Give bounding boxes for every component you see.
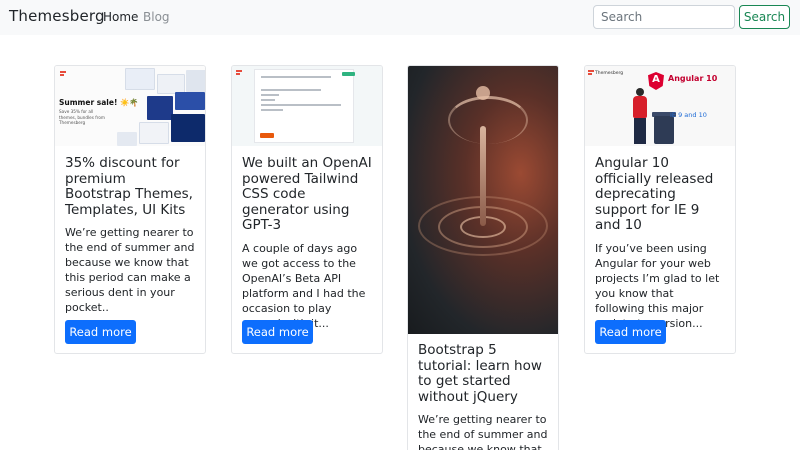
search-input[interactable] xyxy=(593,5,735,29)
template-preview xyxy=(157,74,185,94)
person-icon xyxy=(633,96,647,118)
read-more-button[interactable]: Read more xyxy=(595,320,666,344)
card-title: 35% discount for premium Bootstrap Theme… xyxy=(65,155,193,218)
themesberg-logo-icon xyxy=(60,71,66,79)
image-ie-label: IE 9 and 10 xyxy=(670,111,707,119)
card-title: Bootstrap 5 tutorial: learn how to get s… xyxy=(418,342,542,405)
blog-card: Bootstrap 5 tutorial: learn how to get s… xyxy=(407,65,559,450)
blog-card: We built an OpenAI powered Tailwind CSS … xyxy=(231,65,383,354)
card-image-summer-sale[interactable]: Summer sale! ☀️🌴 Save 35% for all themes… xyxy=(55,66,205,146)
nav-link-blog[interactable]: Blog xyxy=(143,10,170,24)
person-icon xyxy=(636,88,644,96)
card-image-openai-generator[interactable] xyxy=(232,66,382,146)
read-more-button[interactable]: Read more xyxy=(242,320,313,344)
card-text: We’re getting nearer to the end of summe… xyxy=(418,413,548,450)
themesberg-logo-icon xyxy=(236,70,242,78)
template-preview xyxy=(147,96,173,120)
template-preview xyxy=(175,92,205,110)
code-line xyxy=(261,109,283,111)
copy-button-icon xyxy=(260,133,274,138)
search-button[interactable]: Search xyxy=(739,5,790,29)
navbar-brand[interactable]: Themesberg xyxy=(9,7,105,25)
template-preview xyxy=(186,70,205,92)
splash-crown xyxy=(448,96,528,144)
blog-card: Themesberg A Angular 10 IE 9 and 10 Angu… xyxy=(584,65,736,354)
template-preview xyxy=(117,132,137,146)
image-headline: Angular 10 xyxy=(668,74,718,83)
splash-drop xyxy=(476,86,490,100)
template-preview xyxy=(171,114,205,142)
splash-column xyxy=(480,126,486,226)
code-line xyxy=(261,104,341,106)
code-line xyxy=(261,76,331,78)
angular-letter-icon: A xyxy=(652,74,660,85)
read-more-button[interactable]: Read more xyxy=(65,320,136,344)
code-line xyxy=(261,99,275,101)
card-text: If you’ve been using Angular for your we… xyxy=(595,241,720,330)
blog-card: Summer sale! ☀️🌴 Save 35% for all themes… xyxy=(54,65,206,354)
code-line xyxy=(261,94,279,96)
template-preview xyxy=(139,122,169,144)
image-headline: Summer sale! ☀️🌴 xyxy=(59,98,139,107)
themesberg-logo-icon xyxy=(588,70,594,78)
image-caption: Save 35% for all themes, bundles from Th… xyxy=(59,109,105,125)
card-title: Angular 10 officially released deprecati… xyxy=(595,155,714,233)
card-text: We’re getting nearer to the end of summe… xyxy=(65,226,195,314)
code-line xyxy=(261,89,321,91)
template-preview xyxy=(125,68,155,90)
person-icon xyxy=(634,118,646,144)
generate-button-icon xyxy=(342,72,355,76)
image-brand: Themesberg xyxy=(595,71,624,76)
code-panel xyxy=(254,69,354,143)
card-text: A couple of days ago we got access to th… xyxy=(242,241,366,330)
trash-bin-icon xyxy=(654,116,674,144)
navbar: Themesberg Home Blog Search xyxy=(0,0,800,35)
card-title: We built an OpenAI powered Tailwind CSS … xyxy=(242,155,372,233)
card-image-angular-10[interactable]: Themesberg A Angular 10 IE 9 and 10 xyxy=(585,66,735,146)
nav-link-home[interactable]: Home xyxy=(103,10,138,24)
card-image-water-splash[interactable] xyxy=(408,66,558,334)
